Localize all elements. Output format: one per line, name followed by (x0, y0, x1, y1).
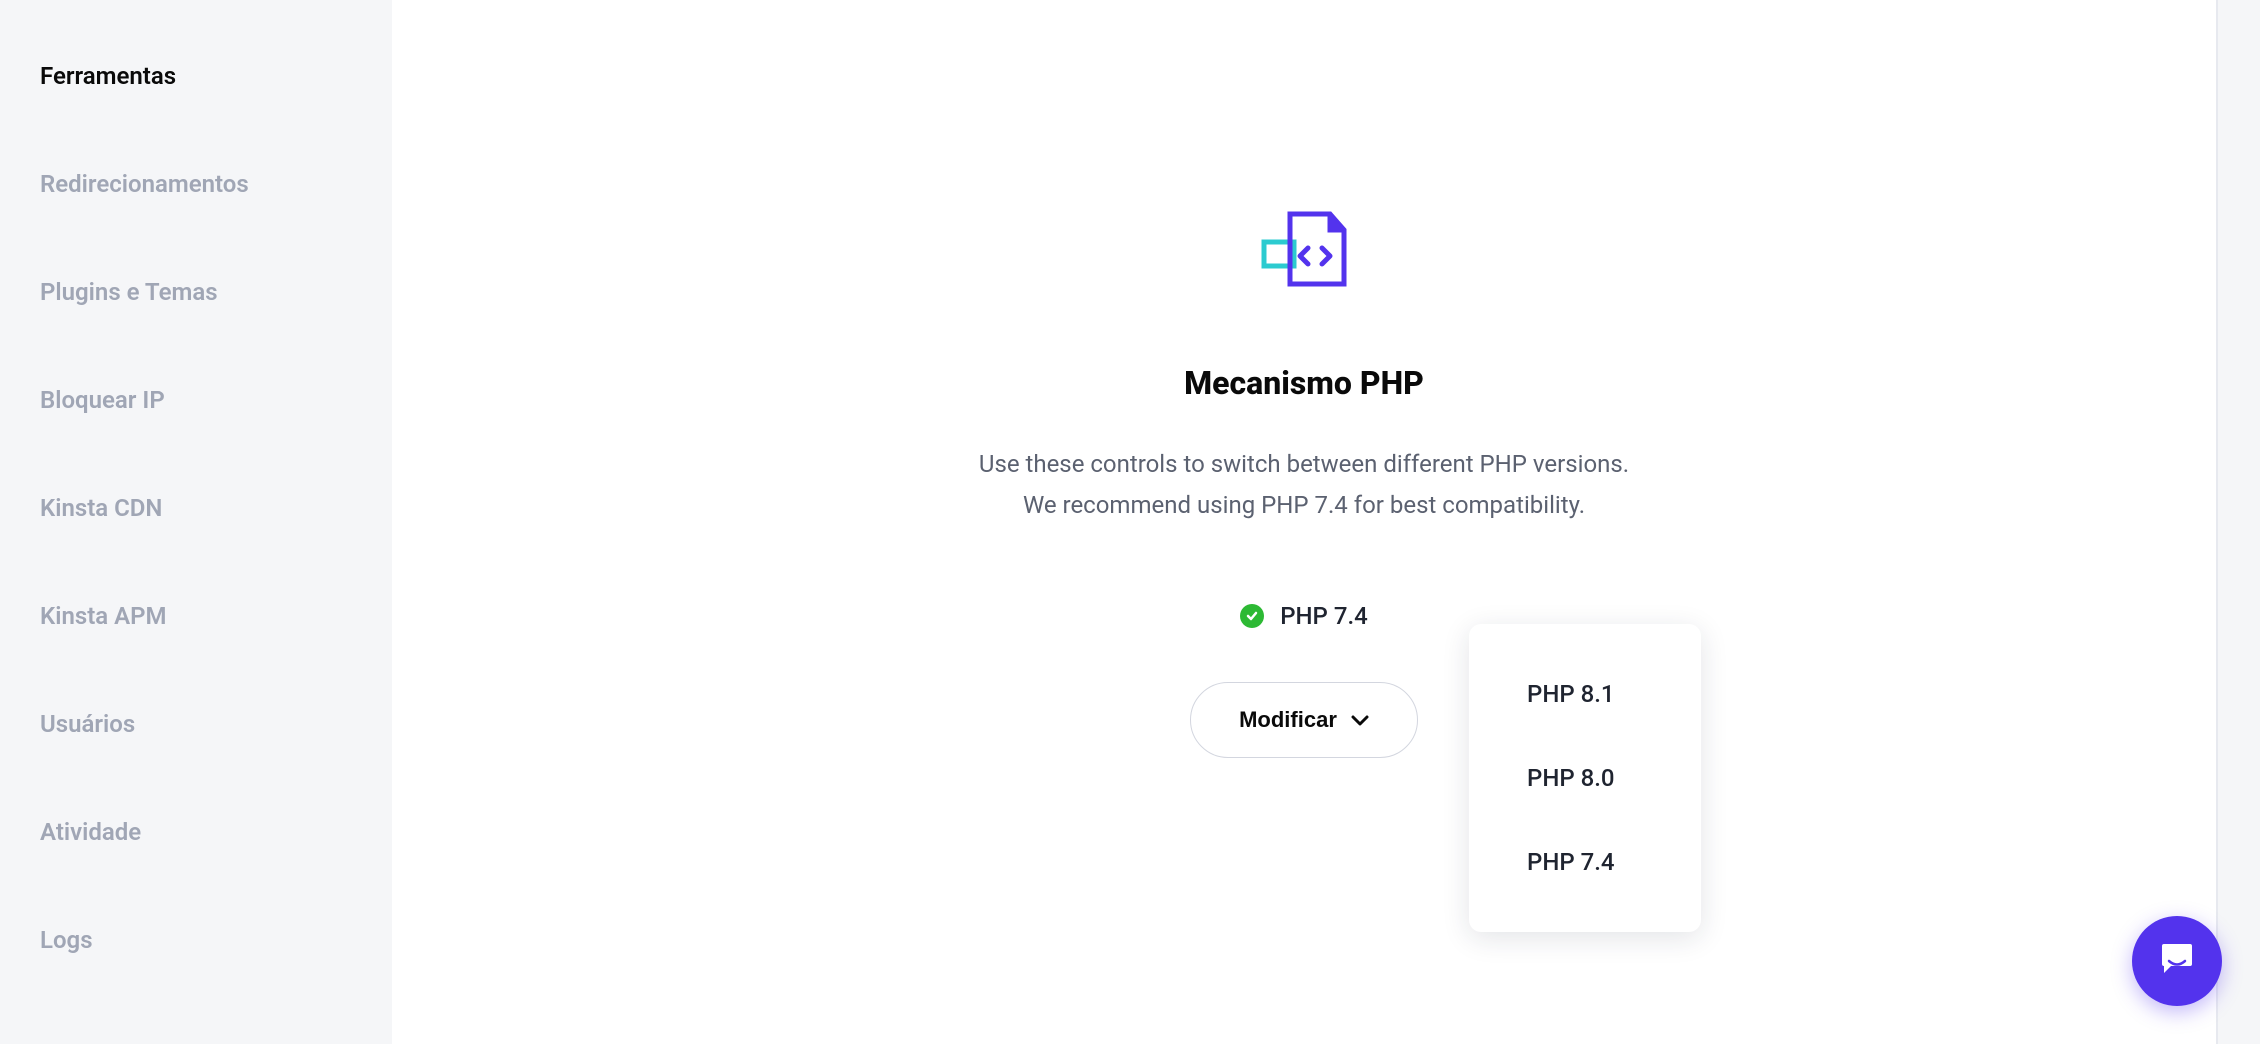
dropdown-item-php81[interactable]: PHP 8.1 (1469, 652, 1701, 736)
sidebar-item-label: Bloquear IP (40, 386, 165, 414)
sidebar-item-atividade[interactable]: Atividade (40, 796, 390, 868)
php-version-dropdown: PHP 8.1 PHP 8.0 PHP 7.4 (1469, 624, 1701, 932)
sidebar-item-kinsta-apm[interactable]: Kinsta APM (40, 580, 390, 652)
sidebar-item-plugins-temas[interactable]: Plugins e Temas (40, 256, 390, 328)
chat-icon (2156, 938, 2198, 984)
card-title: Mecanismo PHP (924, 364, 1684, 402)
modify-button-label: Modificar (1239, 707, 1337, 733)
chevron-down-icon (1351, 707, 1369, 733)
dropdown-item-label: PHP 8.1 (1527, 680, 1615, 708)
dropdown-item-php80[interactable]: PHP 8.0 (1469, 736, 1701, 820)
main-content: Mecanismo PHP Use these controls to swit… (392, 0, 2218, 1044)
sidebar-item-bloquear-ip[interactable]: Bloquear IP (40, 364, 390, 436)
sidebar-item-label: Plugins e Temas (40, 278, 218, 306)
sidebar-item-label: Redirecionamentos (40, 170, 249, 198)
check-circle-icon (1240, 604, 1264, 628)
chat-button[interactable] (2132, 916, 2222, 1006)
sidebar-item-label: Atividade (40, 818, 141, 846)
sidebar-item-redirecionamentos[interactable]: Redirecionamentos (40, 148, 390, 220)
modify-button[interactable]: Modificar (1190, 682, 1418, 758)
sidebar-item-label: Usuários (40, 710, 135, 738)
sidebar-item-ferramentas[interactable]: Ferramentas (40, 40, 390, 112)
card-description: Use these controls to switch between dif… (964, 444, 1644, 526)
sidebar-item-usuarios[interactable]: Usuários (40, 688, 390, 760)
dropdown-item-label: PHP 8.0 (1527, 764, 1615, 792)
sidebar-item-label: Logs (40, 926, 93, 954)
dropdown-item-php74[interactable]: PHP 7.4 (1469, 820, 1701, 904)
dropdown-item-label: PHP 7.4 (1527, 848, 1615, 876)
php-status-label: PHP 7.4 (1280, 602, 1368, 630)
sidebar-item-label: Kinsta CDN (40, 494, 162, 522)
sidebar-item-logs[interactable]: Logs (40, 904, 390, 976)
sidebar: Ferramentas Redirecionamentos Plugins e … (0, 0, 390, 1044)
sidebar-item-label: Kinsta APM (40, 602, 167, 630)
sidebar-item-label: Ferramentas (40, 62, 176, 90)
code-file-icon (924, 210, 1684, 294)
sidebar-item-kinsta-cdn[interactable]: Kinsta CDN (40, 472, 390, 544)
